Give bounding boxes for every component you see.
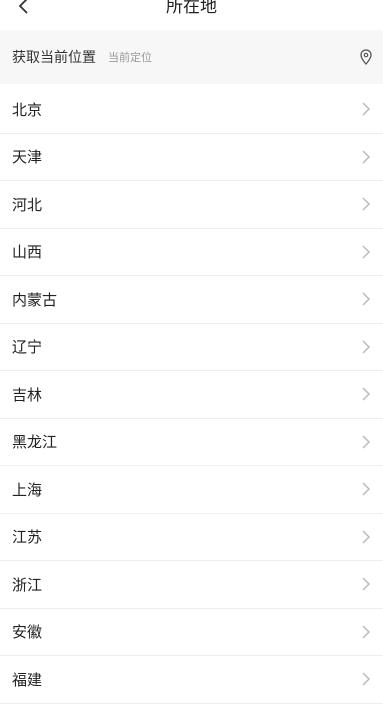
chevron-right-icon: [362, 625, 371, 639]
chevron-right-icon: [362, 387, 371, 401]
get-location-label: 获取当前位置: [12, 50, 96, 66]
current-location-bar[interactable]: 获取当前位置 当前定位: [0, 30, 383, 84]
chevron-right-icon: [362, 245, 371, 259]
chevron-right-icon: [362, 530, 371, 544]
chevron-right-icon: [362, 197, 371, 211]
list-item-jilin[interactable]: 吉林: [0, 371, 383, 419]
chevron-right-icon: [362, 102, 371, 116]
page-title: 所在地: [166, 0, 217, 17]
list-item-label: 上海: [12, 480, 43, 499]
list-item-label: 北京: [12, 100, 43, 119]
chevron-right-icon: [362, 482, 371, 496]
list-item-label: 山西: [12, 243, 43, 262]
list-item-label: 辽宁: [12, 338, 43, 357]
chevron-right-icon: [362, 340, 371, 354]
list-item-label: 天津: [12, 148, 43, 167]
list-item-heilongjiang[interactable]: 黑龙江: [0, 419, 383, 466]
list-item-liaoning[interactable]: 辽宁: [0, 324, 383, 371]
chevron-right-icon: [362, 150, 371, 164]
list-item-neimenggu[interactable]: 内蒙古: [0, 276, 383, 324]
map-pin-icon[interactable]: [359, 49, 373, 65]
chevron-right-icon: [362, 577, 371, 591]
chevron-right-icon: [362, 435, 371, 449]
list-item-zhejiang[interactable]: 浙江: [0, 561, 383, 609]
list-item-label: 福建: [12, 670, 43, 689]
chevron-right-icon: [362, 672, 371, 686]
list-item-label: 浙江: [12, 575, 43, 594]
list-item-hebei[interactable]: 河北: [0, 181, 383, 229]
list-item-label: 安徽: [12, 623, 43, 642]
list-item-label: 江苏: [12, 528, 43, 547]
list-item-label: 吉林: [12, 385, 43, 404]
province-list: 北京 天津 河北 山西 内蒙古 辽宁 吉林 黑龙江 上海 江苏 浙江 安徽 福建: [0, 86, 383, 704]
list-item-jiangsu[interactable]: 江苏: [0, 514, 383, 561]
header: 所在地: [0, 0, 383, 30]
chevron-right-icon: [362, 292, 371, 306]
list-item-tianjin[interactable]: 天津: [0, 134, 383, 181]
list-item-beijing[interactable]: 北京: [0, 86, 383, 134]
list-item-fujian[interactable]: 福建: [0, 656, 383, 704]
list-item-label: 黑龙江: [12, 433, 58, 452]
list-item-shanxi[interactable]: 山西: [0, 229, 383, 276]
list-item-label: 内蒙古: [12, 290, 58, 309]
list-item-shanghai[interactable]: 上海: [0, 466, 383, 514]
current-location-value: 当前定位: [108, 51, 152, 64]
list-item-anhui[interactable]: 安徽: [0, 609, 383, 656]
list-item-label: 河北: [12, 195, 43, 214]
